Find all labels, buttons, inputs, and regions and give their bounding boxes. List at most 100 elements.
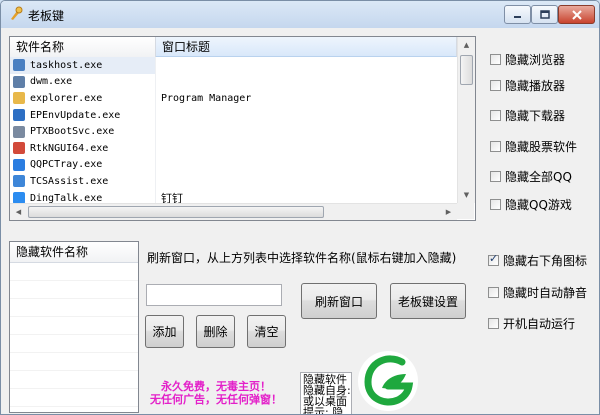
add-button[interactable]: 添加 — [145, 315, 184, 348]
hidden-software-list[interactable]: 隐藏软件名称 — [9, 241, 139, 413]
software-name-input[interactable] — [146, 284, 282, 306]
notes-textbox[interactable]: 隐藏软件 隐藏自身: 或以桌面 提示: 隐 — [300, 372, 352, 414]
hide-downloader-checkbox[interactable]: 隐藏下载器 — [490, 107, 565, 124]
explorer-folder-icon — [13, 92, 25, 105]
hide-browser-label: 隐藏浏览器 — [505, 53, 566, 67]
table-row[interactable]: QQPCTray.exe — [10, 156, 457, 174]
table-row[interactable]: PTXBootSvc.exe — [10, 123, 457, 140]
delete-button[interactable]: 删除 — [196, 315, 235, 348]
hide-all-qq-checkbox[interactable]: 隐藏全部QQ — [490, 168, 572, 185]
title-bar[interactable]: 老板键 — [1, 1, 599, 28]
software-name-text: DingTalk.exe — [30, 192, 103, 203]
scroll-right-icon[interactable]: ▶ — [440, 204, 457, 220]
table-row[interactable]: EPEnvUpdate.exe — [10, 106, 457, 124]
window-title-cell[interactable]: Program Manager — [156, 90, 457, 107]
table-row[interactable]: DingTalk.exe 钉钉 — [10, 189, 457, 203]
table-row[interactable]: TCSAssist.exe — [10, 173, 457, 190]
auto-mute-label: 隐藏时自动静音 — [503, 286, 588, 300]
auto-mute-checkbox[interactable]: 隐藏时自动静音 — [488, 284, 587, 301]
dingtalk-icon — [13, 192, 25, 203]
window-title-cell[interactable] — [156, 123, 457, 140]
list-item[interactable] — [10, 389, 138, 407]
software-name-cell[interactable]: PTXBootSvc.exe — [10, 123, 156, 140]
software-name-text: RtkNGUI64.exe — [30, 142, 109, 154]
window-title-cell[interactable] — [156, 107, 457, 124]
checkbox-box[interactable] — [490, 110, 501, 121]
list-item[interactable] — [10, 335, 138, 353]
minimize-icon — [514, 16, 521, 18]
checkbox-box[interactable] — [490, 141, 501, 152]
checkbox-box[interactable] — [490, 54, 501, 65]
minimize-button[interactable] — [504, 5, 531, 24]
checkbox-box[interactable] — [488, 318, 499, 329]
hide-player-checkbox[interactable]: 隐藏播放器 — [490, 77, 565, 94]
hide-qq-games-checkbox[interactable]: 隐藏QQ游戏 — [490, 196, 572, 213]
software-name-cell[interactable]: explorer.exe — [10, 90, 156, 107]
hide-browser-checkbox[interactable]: 隐藏浏览器 — [490, 51, 565, 68]
promo-line-free: 永久免费，无毒主页！ — [161, 380, 271, 393]
horizontal-scroll-thumb[interactable] — [28, 206, 324, 218]
vertical-scroll-thumb[interactable] — [460, 55, 473, 85]
hidden-software-list-header[interactable]: 隐藏软件名称 — [10, 242, 138, 263]
hide-tray-icon-checkbox[interactable]: 隐藏右下角图标 — [488, 252, 587, 269]
software-name-cell[interactable]: EPEnvUpdate.exe — [10, 106, 156, 124]
software-name-cell[interactable]: taskhost.exe — [10, 57, 156, 74]
promo-text: 永久免费，无毒主页！ 无任何广告，无任何弹窗！ — [143, 380, 289, 406]
software-name-cell[interactable]: dwm.exe — [10, 73, 156, 91]
table-row[interactable]: dwm.exe — [10, 73, 457, 91]
table-row[interactable]: RtkNGUI64.exe — [10, 139, 457, 157]
software-name-cell[interactable]: DingTalk.exe — [10, 189, 156, 203]
vertical-scrollbar[interactable]: ▲ ▼ — [457, 37, 475, 203]
software-name-cell[interactable]: TCSAssist.exe — [10, 173, 156, 190]
horizontal-scrollbar[interactable]: ◀ ▶ — [10, 203, 457, 220]
epenv-icon — [13, 109, 25, 122]
software-name-text: PTXBootSvc.exe — [30, 126, 115, 138]
column-header-window-title[interactable]: 窗口标题 — [156, 37, 457, 57]
table-row[interactable]: explorer.exe Program Manager — [10, 90, 457, 107]
close-button[interactable] — [558, 5, 595, 24]
scroll-left-icon[interactable]: ◀ — [10, 204, 27, 220]
software-name-text: taskhost.exe — [30, 59, 103, 71]
process-list[interactable]: 软件名称 窗口标题 taskhost.exe dwm.exe explorer.ex… — [9, 36, 476, 221]
software-name-cell[interactable]: QQPCTray.exe — [10, 156, 156, 174]
promo-line-no-ads: 无任何广告，无任何弹窗！ — [150, 393, 282, 406]
window-title-cell[interactable] — [156, 157, 457, 174]
checkbox-box[interactable] — [488, 287, 499, 298]
green-leaf-logo-icon — [358, 351, 418, 411]
window-title-cell[interactable] — [156, 74, 457, 91]
software-name-text: TCSAssist.exe — [30, 175, 109, 187]
checkbox-box[interactable] — [490, 199, 501, 210]
table-row[interactable]: taskhost.exe — [10, 57, 457, 74]
checkbox-box[interactable] — [490, 80, 501, 91]
hide-player-label: 隐藏播放器 — [505, 79, 566, 93]
clear-button[interactable]: 清空 — [247, 315, 286, 348]
checkbox-box-checked[interactable] — [488, 252, 499, 266]
maximize-button[interactable] — [531, 5, 558, 24]
software-name-cell[interactable]: RtkNGUI64.exe — [10, 139, 156, 157]
list-item[interactable] — [10, 353, 138, 371]
column-header-software-name[interactable]: 软件名称 — [10, 37, 156, 57]
process-list-header: 软件名称 窗口标题 — [10, 37, 457, 57]
client-area: 软件名称 窗口标题 taskhost.exe dwm.exe explorer.ex… — [1, 28, 599, 414]
window-title-cell[interactable] — [156, 57, 457, 74]
list-item[interactable] — [10, 263, 138, 281]
scroll-down-icon[interactable]: ▼ — [458, 187, 475, 203]
window-title-cell[interactable] — [156, 173, 457, 190]
list-item[interactable] — [10, 281, 138, 299]
software-name-text: QQPCTray.exe — [30, 159, 103, 171]
scrollbar-corner — [457, 203, 474, 219]
list-item[interactable] — [10, 317, 138, 335]
hide-stock-software-checkbox[interactable]: 隐藏股票软件 — [490, 138, 577, 155]
scroll-up-icon[interactable]: ▲ — [458, 37, 475, 53]
checkbox-box[interactable] — [490, 171, 501, 182]
list-item[interactable] — [10, 371, 138, 389]
window-title-cell[interactable] — [156, 140, 457, 157]
list-item[interactable] — [10, 299, 138, 317]
refresh-window-button[interactable]: 刷新窗口 — [301, 283, 377, 319]
hide-stock-software-label: 隐藏股票软件 — [505, 140, 578, 154]
window-title-cell[interactable]: 钉钉 — [156, 190, 457, 203]
boss-key-settings-button[interactable]: 老板键设置 — [390, 283, 466, 319]
run-at-startup-checkbox[interactable]: 开机自动运行 — [488, 315, 575, 332]
qq-pc-manager-icon — [13, 158, 25, 171]
maximize-icon — [539, 10, 550, 19]
